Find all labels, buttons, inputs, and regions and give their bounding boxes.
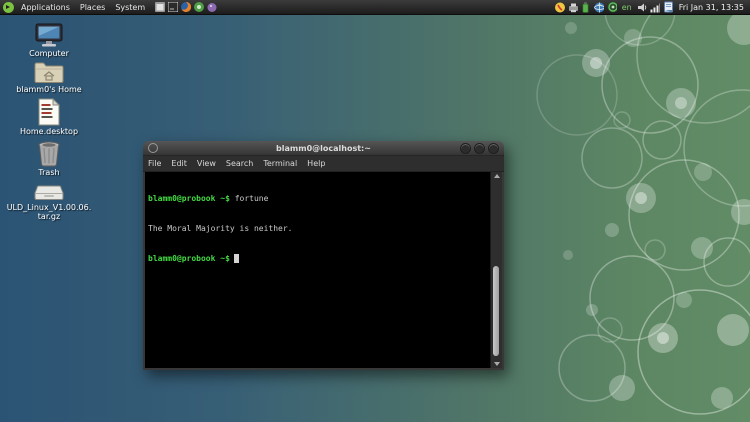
voip-icon[interactable] bbox=[555, 2, 565, 13]
minimize-button[interactable] bbox=[460, 143, 471, 154]
signal-strength-icon[interactable] bbox=[650, 2, 660, 13]
notes-icon[interactable] bbox=[663, 2, 673, 13]
places-menu-label: Places bbox=[80, 3, 105, 12]
desktop-icon-label: ULD_Linux_V1.00.06.tar.gz bbox=[6, 203, 92, 221]
terminal-cursor bbox=[234, 254, 239, 263]
system-menu-label: System bbox=[115, 3, 145, 12]
archive-icon bbox=[6, 184, 92, 202]
desktop-icon-home[interactable]: blamm0's Home bbox=[6, 61, 92, 94]
window-title: blamm0@localhost:~ bbox=[143, 144, 504, 153]
desktop-icon-label: Trash bbox=[6, 168, 92, 177]
terminal-menubar: File Edit View Search Terminal Help bbox=[143, 156, 504, 172]
terminal-icon[interactable] bbox=[167, 2, 178, 13]
command-text: fortune bbox=[230, 194, 269, 203]
volume-icon[interactable] bbox=[637, 2, 647, 13]
trash-icon bbox=[6, 141, 92, 167]
battery-icon[interactable] bbox=[581, 2, 591, 13]
menu-view[interactable]: View bbox=[192, 159, 221, 168]
home-folder-icon bbox=[6, 61, 92, 84]
keyboard-layout-indicator[interactable]: en bbox=[620, 3, 634, 12]
desktop-icon-archive[interactable]: ULD_Linux_V1.00.06.tar.gz bbox=[6, 184, 92, 221]
printer-icon[interactable] bbox=[568, 2, 578, 13]
terminal-line: The Moral Majority is neither. bbox=[148, 224, 490, 234]
computer-icon bbox=[6, 23, 92, 48]
desktop-icon-label: blamm0's Home bbox=[6, 85, 92, 94]
close-button[interactable] bbox=[488, 143, 499, 154]
menu-file[interactable]: File bbox=[143, 159, 166, 168]
panel-left-section: Applications Places System bbox=[0, 0, 217, 14]
window-titlebar[interactable]: blamm0@localhost:~ bbox=[143, 141, 504, 156]
top-panel: Applications Places System bbox=[0, 0, 750, 15]
desktop-icon-trash[interactable]: Trash bbox=[6, 141, 92, 177]
menu-help[interactable]: Help bbox=[302, 159, 330, 168]
system-menu[interactable]: System bbox=[110, 0, 150, 14]
window-menu-button[interactable] bbox=[148, 143, 158, 153]
file-manager-icon[interactable] bbox=[154, 2, 165, 13]
places-menu[interactable]: Places bbox=[75, 0, 110, 14]
panel-launchers bbox=[154, 2, 217, 13]
menu-terminal[interactable]: Terminal bbox=[258, 159, 302, 168]
scroll-up-icon[interactable] bbox=[494, 174, 500, 178]
shell-prompt: blamm0@probook ~$ bbox=[148, 254, 230, 263]
panel-tray-section: en Fri Jan 31, 13:35 bbox=[555, 0, 750, 14]
pidgin-icon[interactable] bbox=[206, 2, 217, 13]
desktop-icon-computer[interactable]: Computer bbox=[6, 23, 92, 58]
applications-menu-label: Applications bbox=[21, 3, 70, 12]
desktop-icon-home-desktop-file[interactable]: Home.desktop bbox=[6, 98, 92, 136]
terminal-output-area[interactable]: blamm0@probook ~$ fortune The Moral Majo… bbox=[145, 172, 490, 368]
scroll-down-icon[interactable] bbox=[494, 362, 500, 366]
terminal-scrollbar[interactable] bbox=[490, 172, 502, 368]
terminal-line: blamm0@probook ~$ bbox=[148, 254, 490, 264]
updates-icon[interactable] bbox=[607, 2, 617, 13]
panel-clock[interactable]: Fri Jan 31, 13:35 bbox=[676, 3, 747, 12]
window-controls bbox=[460, 143, 499, 154]
terminal-body: blamm0@probook ~$ fortune The Moral Majo… bbox=[143, 172, 504, 370]
network-globe-icon[interactable] bbox=[594, 2, 604, 13]
shell-prompt: blamm0@probook ~$ bbox=[148, 194, 230, 203]
menu-edit[interactable]: Edit bbox=[166, 159, 192, 168]
applications-menu[interactable]: Applications bbox=[16, 0, 75, 14]
scrollbar-thumb[interactable] bbox=[493, 266, 499, 356]
distro-logo-icon[interactable] bbox=[3, 2, 14, 13]
desktop-icon-label: Computer bbox=[6, 49, 92, 58]
desktop-file-icon bbox=[6, 98, 92, 126]
desktop-icon-label: Home.desktop bbox=[6, 127, 92, 136]
firefox-icon[interactable] bbox=[180, 2, 191, 13]
terminal-window: blamm0@localhost:~ File Edit View Search… bbox=[143, 141, 504, 370]
software-icon[interactable] bbox=[193, 2, 204, 13]
command-output: The Moral Majority is neither. bbox=[148, 224, 293, 233]
maximize-button[interactable] bbox=[474, 143, 485, 154]
menu-search[interactable]: Search bbox=[221, 159, 258, 168]
terminal-line: blamm0@probook ~$ fortune bbox=[148, 194, 490, 204]
